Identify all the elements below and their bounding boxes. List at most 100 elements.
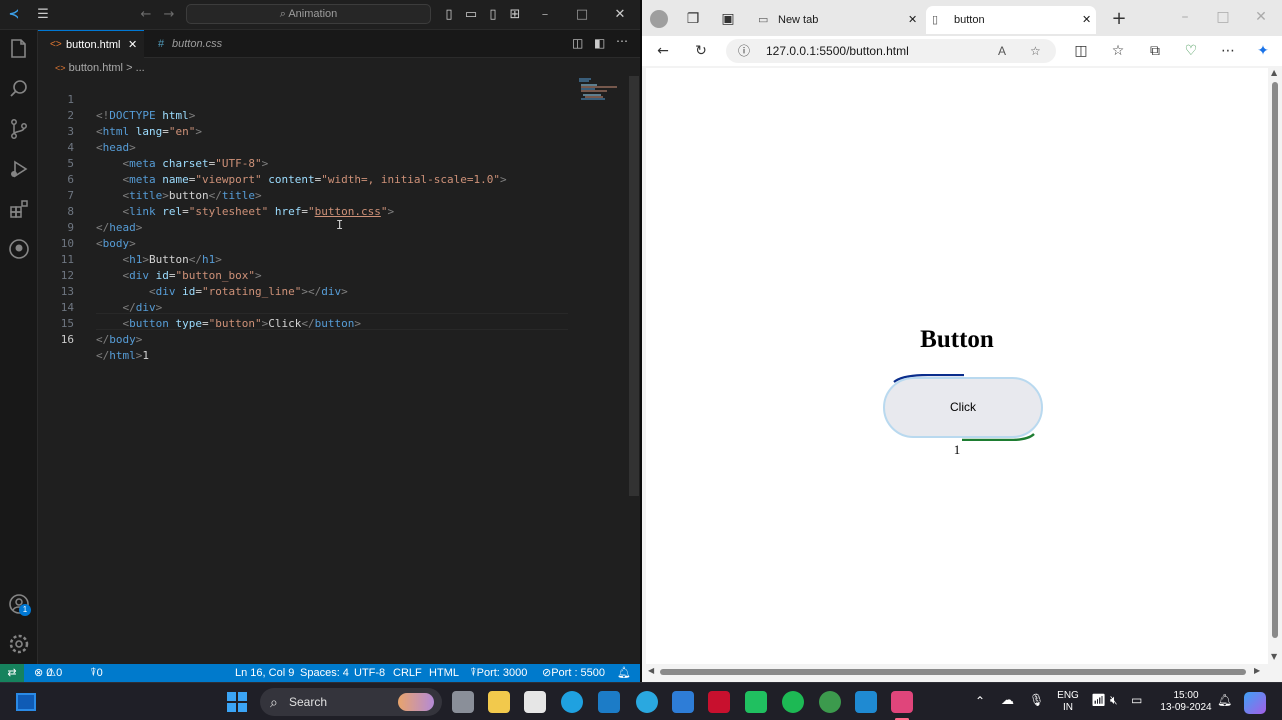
settings-more-icon[interactable]: ⋯: [1219, 42, 1237, 60]
minimap[interactable]: [577, 76, 627, 106]
open-preview-icon[interactable]: ◫: [572, 36, 583, 50]
back-arrow-icon[interactable]: ←: [138, 7, 154, 23]
vertical-scroll-thumb[interactable]: [1272, 82, 1278, 638]
snipping-tool-icon[interactable]: [891, 691, 913, 713]
problems-indicator[interactable]: ⊗ 0 ⚠ 0: [34, 664, 62, 682]
manage-gear-icon[interactable]: [7, 632, 31, 656]
favorites-icon[interactable]: ☆: [1109, 42, 1127, 60]
copilot-icon[interactable]: ✦: [1254, 42, 1272, 60]
mcafee-icon[interactable]: [708, 691, 730, 713]
show-hidden-icons[interactable]: ⌃: [975, 695, 985, 707]
input-language[interactable]: ENG IN: [1054, 690, 1082, 714]
clock[interactable]: 15:00 13-09-2024: [1155, 690, 1217, 714]
forward-arrow-icon[interactable]: →: [161, 7, 177, 23]
run-debug-icon[interactable]: [7, 157, 31, 181]
active-window-icon[interactable]: [16, 693, 36, 711]
collections-icon[interactable]: ⧉: [1146, 42, 1164, 60]
address-bar[interactable]: ⓘ 127.0.0.1:5500/button.html A ☆: [726, 39, 1056, 63]
minimize-icon[interactable]: –: [537, 7, 553, 23]
store-icon[interactable]: [672, 691, 694, 713]
notifications-bell-icon[interactable]: 🔔︎: [617, 664, 631, 682]
remote-icon[interactable]: ⇄: [0, 664, 24, 682]
ports-indicator[interactable]: ⍒ 0: [90, 664, 103, 682]
onedrive-icon[interactable]: ☁: [1001, 693, 1014, 706]
profile-avatar[interactable]: [650, 10, 668, 28]
encoding[interactable]: UTF-8: [354, 664, 385, 682]
site-info-icon[interactable]: ⓘ: [738, 39, 750, 63]
notifications-bell-icon[interactable]: 🔔︎: [1217, 694, 1232, 706]
maximize-icon[interactable]: □: [574, 7, 590, 23]
explorer-icon[interactable]: [7, 37, 31, 61]
tab-new-tab[interactable]: ▭ New tab ✕: [752, 6, 924, 34]
tab-button[interactable]: ▯ button ✕: [926, 6, 1096, 34]
extensions-icon[interactable]: [7, 197, 31, 221]
scroll-left-icon[interactable]: ◀: [648, 666, 654, 675]
split-screen-icon[interactable]: ◫: [1072, 42, 1090, 60]
page-vertical-scrollbar[interactable]: ▲ ▼: [1268, 68, 1282, 664]
close-tab-icon[interactable]: ✕: [128, 31, 137, 59]
vscode-taskbar-icon[interactable]: [855, 691, 877, 713]
customize-layout-icon[interactable]: ⊞: [507, 7, 523, 23]
workspaces-icon[interactable]: ❐: [684, 10, 702, 28]
cursor-position[interactable]: Ln 16, Col 9: [235, 664, 294, 682]
maximize-icon[interactable]: □: [1214, 8, 1232, 26]
github-icon[interactable]: [7, 237, 31, 261]
go-live-port[interactable]: ⊘ Port : 5500: [542, 664, 605, 682]
volume-icon[interactable]: 🔇︎: [1110, 694, 1118, 706]
tab-button-html[interactable]: <> button.html ✕: [38, 30, 144, 58]
microphone-icon[interactable]: 🎙︎: [1029, 694, 1044, 706]
close-window-icon[interactable]: ✕: [612, 7, 628, 23]
search-view-icon[interactable]: [7, 77, 31, 101]
wifi-icon[interactable]: 📶︎: [1091, 694, 1106, 706]
taskbar-search[interactable]: ⌕ Search: [260, 688, 442, 716]
chrome-canary-icon[interactable]: [636, 691, 658, 713]
pycharm-icon[interactable]: [745, 691, 767, 713]
edge-taskbar-icon[interactable]: [561, 691, 583, 713]
tab-button-css[interactable]: # button.css: [144, 30, 250, 58]
task-view-icon[interactable]: [452, 691, 474, 713]
notepad-icon[interactable]: [524, 691, 546, 713]
toggle-panel-icon[interactable]: ▭: [463, 7, 479, 23]
click-button[interactable]: Click: [883, 377, 1043, 438]
source-control-icon[interactable]: [7, 117, 31, 141]
battery-icon[interactable]: ▭: [1131, 694, 1142, 706]
toggle-primary-sidebar-icon[interactable]: ▯: [441, 7, 457, 23]
close-tab-icon[interactable]: ✕: [1082, 6, 1091, 34]
scroll-right-icon[interactable]: ▶: [1254, 666, 1260, 675]
menu-icon[interactable]: ☰: [35, 7, 51, 23]
page-horizontal-scrollbar[interactable]: ◀ ▶: [646, 664, 1268, 680]
editor-scrollbar[interactable]: [629, 76, 639, 496]
spotify-icon[interactable]: [782, 691, 804, 713]
code-editor[interactable]: 1 <!DOCTYPE html> 2 <html lang="en"> 3 <…: [38, 76, 628, 664]
command-center-search[interactable]: ⌕ Animation: [186, 4, 431, 24]
file-explorer-icon[interactable]: [488, 691, 510, 713]
breadcrumb: <> button.html > ...: [55, 60, 145, 76]
scroll-down-icon[interactable]: ▼: [1271, 652, 1277, 661]
end-of-line[interactable]: CRLF: [393, 664, 422, 682]
indentation[interactable]: Spaces: 4: [300, 664, 349, 682]
breadcrumb-more[interactable]: ...: [136, 62, 145, 74]
new-tab-icon[interactable]: +: [1110, 10, 1128, 28]
browser-essentials-icon[interactable]: ♡: [1182, 42, 1200, 60]
accounts-icon[interactable]: 1: [7, 592, 31, 616]
more-actions-icon[interactable]: ⋯: [616, 34, 628, 48]
refresh-icon[interactable]: ↻: [692, 42, 710, 60]
split-editor-icon[interactable]: ◧: [594, 36, 605, 50]
language-mode[interactable]: HTML: [429, 664, 459, 682]
favorite-star-icon[interactable]: ☆: [1030, 39, 1041, 63]
back-icon[interactable]: ←: [654, 42, 672, 60]
close-tab-icon[interactable]: ✕: [908, 6, 917, 34]
start-windows-icon[interactable]: [227, 692, 247, 712]
scroll-up-icon[interactable]: ▲: [1271, 68, 1277, 77]
toggle-secondary-sidebar-icon[interactable]: ▯: [485, 7, 501, 23]
live-server-port[interactable]: ⍒ Port: 3000: [470, 664, 527, 682]
breadcrumb-file[interactable]: button.html: [69, 62, 123, 74]
chrome-icon[interactable]: [819, 691, 841, 713]
minimize-icon[interactable]: –: [1176, 8, 1194, 26]
copilot-taskbar-icon[interactable]: [1244, 692, 1266, 714]
close-window-icon[interactable]: ✕: [1252, 8, 1270, 26]
read-aloud-icon[interactable]: A: [998, 39, 1006, 63]
mysql-workbench-icon[interactable]: [598, 691, 620, 713]
horizontal-scroll-thumb[interactable]: [660, 669, 1246, 675]
tab-actions-icon[interactable]: ▣: [719, 10, 737, 28]
